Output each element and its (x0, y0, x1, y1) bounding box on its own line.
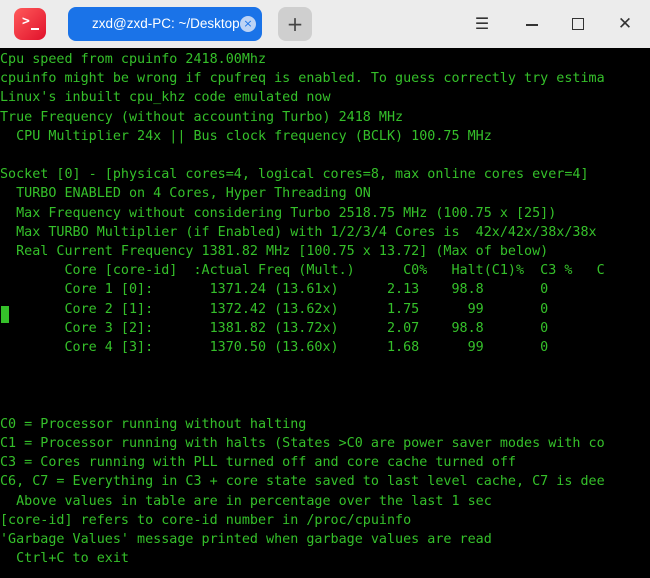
tab-title: zxd@zxd-PC: ~/Desktop (92, 16, 240, 31)
terminal-line: C1 = Processor running with halts (State… (0, 436, 605, 451)
minimize-button[interactable] (518, 10, 546, 38)
terminal-line: Above values in table are in percentage … (0, 493, 492, 509)
terminal-line: Core 4 [3]: 1370.50 (13.60x) 1.68 99 0 (0, 340, 549, 355)
terminal-line: Core [core-id] :Actual Freq (Mult.) C0% … (0, 263, 605, 279)
terminal-output[interactable]: Cpu speed from cpuinfo 2418.00Mhz cpuinfo… (0, 48, 650, 578)
terminal-line: Linux's inbuilt cpu_khz code emulated no… (0, 90, 331, 106)
close-window-button[interactable]: ✕ (611, 10, 639, 38)
terminal-line: Socket [0] - [physical cores=4, logical … (0, 167, 589, 183)
close-tab-icon[interactable]: × (240, 16, 256, 32)
terminal-line: TURBO ENABLED on 4 Cores, Hyper Threadin… (0, 186, 371, 202)
maximize-icon (572, 18, 584, 30)
prompt-underscore (31, 28, 39, 30)
prompt-glyph: > (22, 14, 30, 29)
terminal-line: CPU Multiplier 24x || Bus clock frequenc… (0, 128, 492, 144)
minimize-icon (526, 24, 538, 26)
tab-terminal[interactable]: zxd@zxd-PC: ~/Desktop × (68, 7, 262, 41)
terminal-window: > zxd@zxd-PC: ~/Desktop × + ☰ ✕ Cpu spee… (0, 0, 650, 578)
terminal-line: Core 3 [2]: 1381.82 (13.72x) 2.07 98.8 0 (0, 320, 549, 336)
new-tab-button[interactable]: + (278, 7, 312, 41)
menu-icon[interactable]: ☰ (468, 10, 496, 38)
terminal-line: [core-id] refers to core-id number in /p… (0, 512, 412, 528)
terminal-line: Core 1 [0]: 1371.24 (13.61x) 2.13 98.8 0 (0, 282, 549, 298)
terminal-line: Core 2 [1]: 1372.42 (13.62x) 1.75 99 0 (0, 301, 549, 317)
terminal-line: Max TURBO Multiplier (if Enabled) with 1… (0, 224, 597, 240)
title-bar[interactable]: > zxd@zxd-PC: ~/Desktop × + ☰ ✕ (0, 0, 650, 48)
terminal-line: Cpu speed from cpuinfo 2418.00Mhz (0, 52, 267, 67)
terminal-line: C0 = Processor running without halting (0, 416, 307, 432)
terminal-line: cpuinfo might be wrong if cpufreq is ena… (0, 71, 605, 87)
terminal-line: Ctrl+C to exit (0, 551, 129, 567)
terminal-line: Max Frequency without considering Turbo … (0, 205, 557, 221)
terminal-line: True Frequency (without accounting Turbo… (0, 109, 404, 125)
terminal-line: C6, C7 = Everything in C3 + core state s… (0, 474, 605, 490)
terminal-line: 'Garbage Values' message printed when ga… (0, 532, 492, 547)
terminal-line: Real Current Frequency 1381.82 MHz [100.… (0, 244, 549, 259)
maximize-button[interactable] (564, 10, 592, 38)
terminal-line: C3 = Cores running with PLL turned off a… (0, 455, 516, 471)
terminal-icon[interactable]: > (14, 8, 46, 40)
